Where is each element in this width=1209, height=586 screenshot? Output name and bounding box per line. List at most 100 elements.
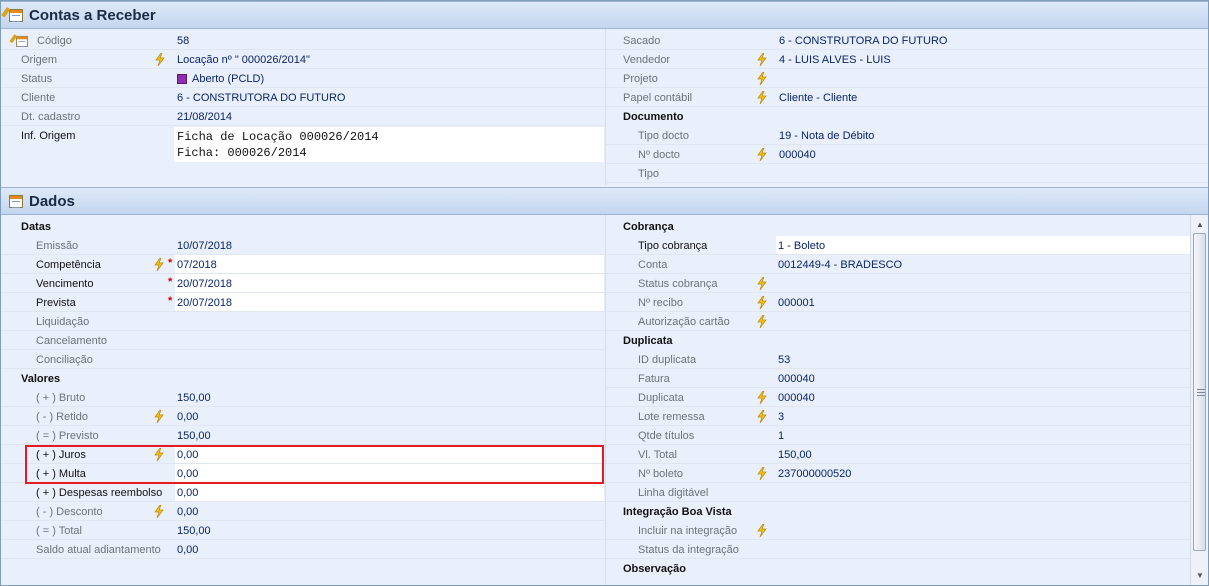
emissao-label: Emissão <box>36 239 79 252</box>
lote-remessa-value[interactable]: 3 <box>776 407 1190 426</box>
projeto-label: Projeto <box>623 72 658 85</box>
edit-icon <box>9 34 29 48</box>
status-da-integracao-label: Status da integração <box>638 543 739 556</box>
liquidacao-value[interactable] <box>175 312 604 331</box>
saldo-atual-adiantamento-value[interactable]: 0,00 <box>175 540 604 559</box>
contas-receber-header: Contas a Receber <box>1 1 1208 29</box>
cobranca-category: Cobrança <box>623 220 674 233</box>
cancelamento-value[interactable] <box>175 331 604 350</box>
datas-category: Datas <box>21 220 51 233</box>
retido-value[interactable]: 0,00 <box>175 407 604 426</box>
status-da-integracao-value[interactable] <box>776 540 1190 559</box>
incluir-na-integracao-value[interactable] <box>776 521 1190 540</box>
duplicata-category: Duplicata <box>623 334 673 347</box>
required-icon: * <box>168 276 173 288</box>
n-boleto-value[interactable]: 237000000520 <box>776 464 1190 483</box>
contas-receber-title: Contas a Receber <box>29 6 156 24</box>
scroll-down-icon[interactable]: ▼ <box>1192 567 1208 583</box>
vencimento-value[interactable]: 20/07/2018 <box>175 274 604 293</box>
bruto-label: ( + ) Bruto <box>36 391 86 404</box>
tipo-docto-value[interactable]: 19 - Nota de Débito <box>779 126 1199 145</box>
competencia-value[interactable]: 07/2018 <box>175 255 604 274</box>
codigo-value[interactable]: 58 <box>177 31 597 50</box>
status-color-icon <box>177 73 187 84</box>
projeto-value[interactable] <box>779 69 1199 88</box>
despesas-reembolso-value[interactable]: 0,00 <box>175 483 604 502</box>
lightning-icon[interactable] <box>154 505 164 518</box>
dt-cadastro-value[interactable]: 21/08/2014 <box>177 107 597 126</box>
autorizacao-cartao-value[interactable] <box>776 312 1190 331</box>
status-text: Aberto (PCLD) <box>192 72 265 85</box>
status-value[interactable]: Aberto (PCLD) <box>177 69 597 88</box>
lightning-icon[interactable] <box>757 91 767 104</box>
duplicata-value[interactable]: 000040 <box>776 388 1190 407</box>
cliente-label: Cliente <box>21 91 56 104</box>
linha-digitavel-label: Linha digitável <box>638 486 709 499</box>
scroll-up-icon[interactable]: ▲ <box>1192 216 1208 232</box>
lightning-icon[interactable] <box>757 524 767 537</box>
total-label: ( = ) Total <box>36 524 82 537</box>
juros-multa-highlight <box>25 445 604 484</box>
liquidacao-label: Liquidação <box>36 315 90 328</box>
inf-origem-label: Inf. Origem <box>21 129 76 142</box>
papel-contabil-value[interactable]: Cliente - Cliente <box>779 88 1199 107</box>
cliente-value[interactable]: 6 - CONSTRUTORA DO FUTURO <box>177 88 597 107</box>
emissao-value[interactable]: 10/07/2018 <box>175 236 604 255</box>
dt-cadastro-text: 21/08/2014 <box>177 110 233 123</box>
lightning-icon[interactable] <box>757 391 767 404</box>
inf-origem-line: Ficha: 000026/2014 <box>177 145 307 160</box>
codigo-label: Código <box>37 34 72 47</box>
lightning-icon[interactable] <box>757 148 767 161</box>
vencimento-label: Vencimento <box>36 277 94 290</box>
sacado-label: Sacado <box>623 34 661 47</box>
form-icon <box>1 7 25 23</box>
prevista-value[interactable]: 20/07/2018 <box>175 293 604 312</box>
lightning-icon[interactable] <box>757 277 767 290</box>
n-docto-value[interactable]: 000040 <box>779 145 1199 164</box>
vendedor-value[interactable]: 4 - LUIS ALVES - LUIS <box>779 50 1199 69</box>
lightning-icon[interactable] <box>154 410 164 423</box>
lightning-icon[interactable] <box>757 315 767 328</box>
lightning-icon[interactable] <box>757 72 767 85</box>
previsto-value[interactable]: 150,00 <box>175 426 604 445</box>
lightning-icon[interactable] <box>757 296 767 309</box>
required-icon: * <box>168 295 173 307</box>
qtde-titulos-value[interactable]: 1 <box>776 426 1190 445</box>
lightning-icon[interactable] <box>155 53 165 66</box>
status-label: Status <box>21 72 53 85</box>
n-recibo-value[interactable]: 000001 <box>776 293 1190 312</box>
saldo-atual-adiantamento-label: Saldo atual adiantamento <box>36 543 161 556</box>
conciliacao-value[interactable] <box>175 350 604 369</box>
dt-cadastro-label: Dt. cadastro <box>21 110 81 123</box>
id-duplicata-label: ID duplicata <box>638 353 697 366</box>
vertical-scrollbar[interactable]: ▲ ▼ <box>1190 215 1208 585</box>
dados-grid: Datas Emissão 10/07/2018 Competência * 07/201… <box>1 215 1190 585</box>
status-cobranca-value[interactable] <box>776 274 1190 293</box>
lightning-icon[interactable] <box>757 53 767 66</box>
documento-category: Documento <box>623 110 684 123</box>
origem-text: Locação nº " 000026/2014" <box>177 53 310 66</box>
vendedor-label: Vendedor <box>623 53 671 66</box>
tipo-value[interactable] <box>779 164 1199 183</box>
tipo-cobranca-value[interactable]: 1 - Boleto <box>776 236 1190 255</box>
inf-origem-field[interactable]: Ficha de Locação 000026/2014 Ficha: 00002… <box>174 127 604 162</box>
lightning-icon[interactable] <box>757 467 767 480</box>
lightning-icon[interactable] <box>154 258 164 271</box>
scrollbar-thumb[interactable] <box>1193 233 1206 551</box>
origem-label: Origem <box>21 53 58 66</box>
cliente-text: 6 - CONSTRUTORA DO FUTURO <box>177 91 346 104</box>
conta-value[interactable]: 0012449-4 - BRADESCO <box>776 255 1190 274</box>
bruto-value[interactable]: 150,00 <box>175 388 604 407</box>
form-icon <box>7 193 25 209</box>
linha-digitavel-value[interactable] <box>776 483 1190 502</box>
vl-total-value[interactable]: 150,00 <box>776 445 1190 464</box>
id-duplicata-value[interactable]: 53 <box>776 350 1190 369</box>
fatura-label: Fatura <box>638 372 670 385</box>
sacado-value[interactable]: 6 - CONSTRUTORA DO FUTURO <box>779 31 1199 50</box>
lightning-icon[interactable] <box>757 410 767 423</box>
origem-value[interactable]: Locação nº " 000026/2014" <box>177 50 597 69</box>
total-value[interactable]: 150,00 <box>175 521 604 540</box>
conciliacao-label: Conciliação <box>36 353 93 366</box>
desconto-value[interactable]: 0,00 <box>175 502 604 521</box>
fatura-value[interactable]: 000040 <box>776 369 1190 388</box>
